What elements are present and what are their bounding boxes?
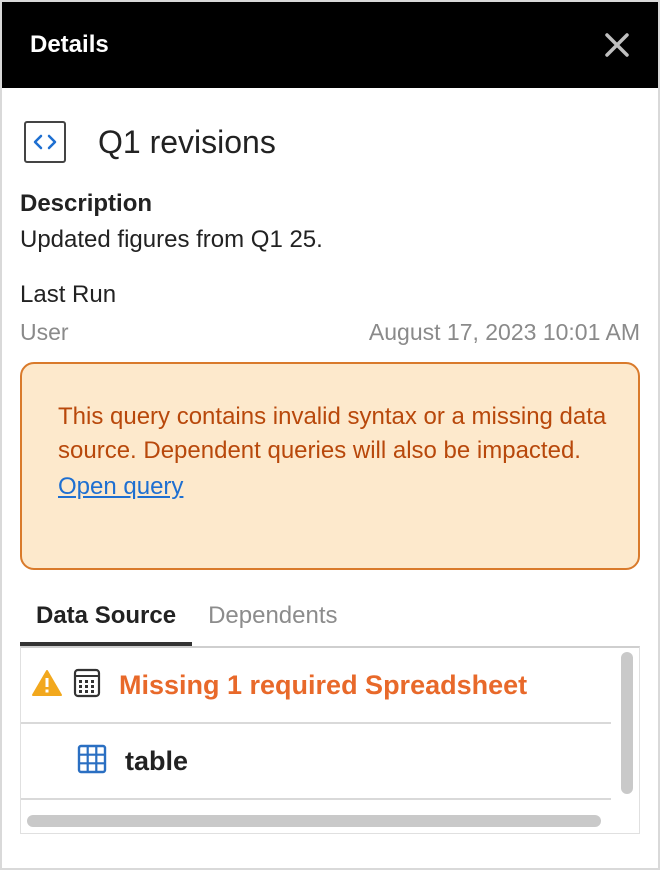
close-button[interactable] <box>602 30 632 60</box>
code-icon <box>24 121 66 163</box>
description-label: Description <box>20 190 153 217</box>
tab-bar: Data Source Dependents <box>20 596 658 646</box>
horizontal-scrollbar[interactable] <box>27 815 601 827</box>
table-grid-icon <box>77 744 107 779</box>
warning-icon <box>31 669 63 702</box>
last-run-user: User <box>20 319 69 345</box>
details-panel: Details Q1 revisions Description Updated… <box>0 0 660 870</box>
warning-message: This query contains invalid syntax or a … <box>58 403 607 464</box>
last-run-row: User August 17, 2023 10:01 AM <box>20 319 640 346</box>
panel-header: Details <box>2 2 658 88</box>
tab-dependents[interactable]: Dependents <box>192 596 353 646</box>
data-source-list: Missing 1 required Spreadsheet table <box>20 646 640 834</box>
description-text: Updated figures from Q1 25. <box>20 226 323 253</box>
last-run-label: Last Run <box>20 281 117 308</box>
last-run-timestamp: August 17, 2023 10:01 AM <box>368 319 640 345</box>
list-item-label: table <box>125 745 189 776</box>
panel-title: Details <box>30 31 109 58</box>
warning-alert: This query contains invalid syntax or a … <box>20 362 640 570</box>
vertical-scrollbar[interactable] <box>621 652 633 794</box>
close-icon <box>605 33 629 57</box>
list-item-missing-spreadsheet[interactable]: Missing 1 required Spreadsheet <box>21 648 611 724</box>
open-query-link[interactable]: Open query <box>58 470 183 504</box>
tab-data-source[interactable]: Data Source <box>20 596 193 646</box>
query-title-row: Q1 revisions <box>24 121 658 163</box>
spreadsheet-icon <box>73 668 101 703</box>
list-item-table[interactable]: table <box>21 724 611 800</box>
query-title: Q1 revisions <box>98 123 276 160</box>
list-item-label: Missing 1 required Spreadsheet <box>119 669 528 700</box>
